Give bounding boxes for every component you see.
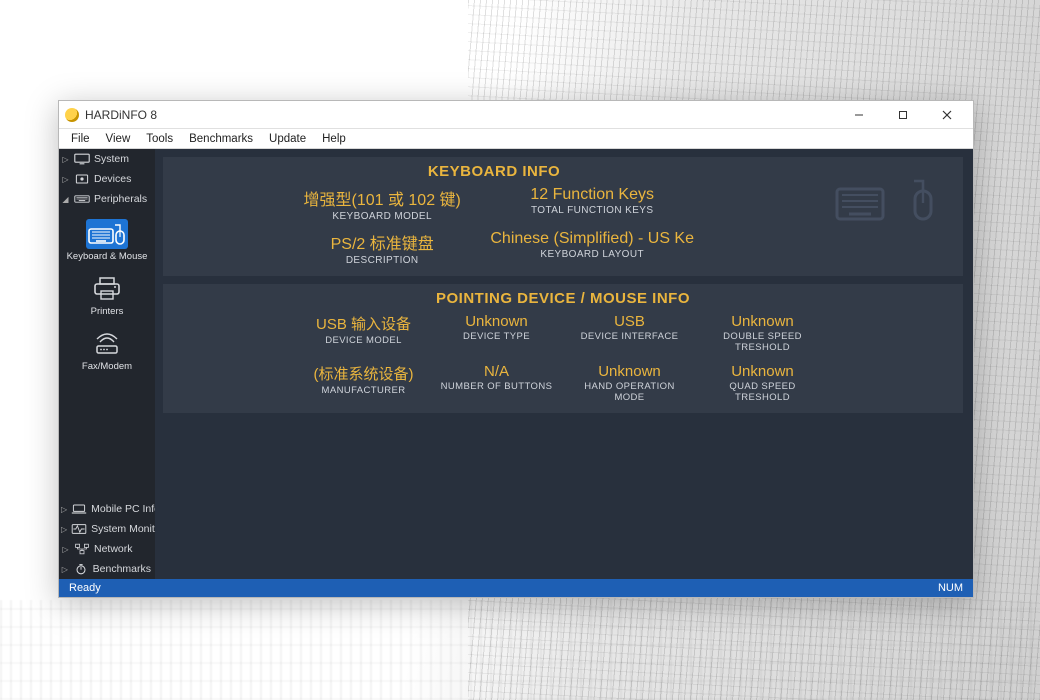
panel-title: KEYBOARD INFO [175, 163, 813, 180]
chevron-right-icon: ▷ [61, 175, 70, 184]
chevron-right-icon: ▷ [61, 505, 67, 514]
app-icon [65, 108, 79, 122]
chevron-right-icon: ▷ [61, 565, 69, 574]
pulse-icon [71, 523, 87, 535]
desktop-noise [0, 600, 1040, 700]
sidebar-item-label: Devices [94, 173, 131, 185]
sidebar-item-mobile-pc[interactable]: ▷ Mobile PC Info [59, 499, 155, 519]
sidebar-item-label: System [94, 153, 129, 165]
menu-view[interactable]: View [98, 131, 139, 147]
minimize-button[interactable] [837, 102, 881, 128]
sub-item-label: Keyboard & Mouse [67, 251, 148, 262]
main-content: KEYBOARD INFO 增强型(101 或 102 键)KEYBOARD M… [155, 149, 973, 579]
chevron-right-icon: ▷ [61, 525, 67, 534]
maximize-button[interactable] [881, 102, 925, 128]
sidebar-item-label: Peripherals [94, 193, 147, 205]
close-button[interactable] [925, 102, 969, 128]
keyboard-info-panel: KEYBOARD INFO 增强型(101 或 102 键)KEYBOARD M… [163, 157, 963, 276]
kb-description: PS/2 标准键盘DESCRIPTION [294, 230, 470, 266]
kb-layout: Chinese (Simplified) - US KeKEYBOARD LAY… [490, 230, 694, 266]
status-left: Ready [69, 582, 101, 594]
printer-icon [86, 274, 128, 304]
mouse-buttons: N/ANUMBER OF BUTTONS [436, 363, 557, 403]
sidebar-item-network[interactable]: ▷ Network [59, 539, 155, 559]
modem-icon [86, 329, 128, 359]
laptop-icon [71, 503, 87, 515]
window-title: HARDiNFO 8 [85, 108, 157, 122]
monitor-icon [74, 153, 90, 165]
keyboard-mouse-decor-icon [835, 175, 937, 223]
sub-item-keyboard-mouse[interactable]: Keyboard & Mouse [64, 215, 150, 264]
menu-help[interactable]: Help [314, 131, 354, 147]
stopwatch-icon [73, 563, 89, 575]
sub-item-fax-modem[interactable]: Fax/Modem [64, 325, 150, 374]
sub-item-label: Printers [91, 306, 124, 317]
kb-fn-keys: 12 Function KeysTOTAL FUNCTION KEYS [490, 186, 694, 222]
app-window: HARDiNFO 8 File View Tools Benchmarks Up… [58, 100, 974, 598]
keyboard-mouse-icon [86, 219, 128, 249]
keyboard-icon [74, 193, 90, 205]
menu-file[interactable]: File [63, 131, 98, 147]
menu-tools[interactable]: Tools [138, 131, 181, 147]
sidebar-item-peripherals[interactable]: ◢ Peripherals [59, 189, 155, 209]
mouse-type: UnknownDEVICE TYPE [436, 313, 557, 353]
sidebar-item-label: Network [94, 543, 133, 555]
sidebar-item-system[interactable]: ▷ System [59, 149, 155, 169]
titlebar[interactable]: HARDiNFO 8 [59, 101, 973, 129]
sidebar-item-label: Benchmarks [93, 563, 151, 575]
kb-model: 增强型(101 或 102 键)KEYBOARD MODEL [294, 186, 470, 222]
mouse-mfr: (标准系统设备)MANUFACTURER [303, 363, 424, 403]
chevron-right-icon: ▷ [61, 545, 70, 554]
sub-item-printers[interactable]: Printers [64, 270, 150, 319]
mouse-grid: USB 输入设备DEVICE MODEL UnknownDEVICE TYPE … [303, 313, 823, 403]
sub-item-label: Fax/Modem [82, 361, 132, 372]
mouse-quad-speed: UnknownQUAD SPEED TRESHOLD [702, 363, 823, 403]
sidebar-item-benchmarks[interactable]: ▷ Benchmarks [59, 559, 155, 579]
sidebar-item-label: Mobile PC Info [91, 503, 160, 515]
chip-icon [74, 173, 90, 185]
menu-benchmarks[interactable]: Benchmarks [181, 131, 261, 147]
mouse-info-panel: POINTING DEVICE / MOUSE INFO USB 输入设备DEV… [163, 284, 963, 413]
mouse-interface: USBDEVICE INTERFACE [569, 313, 690, 353]
chevron-down-icon: ◢ [61, 195, 70, 204]
panel-title: POINTING DEVICE / MOUSE INFO [175, 290, 951, 307]
client-area: ▷ System ▷ Devices ◢ Peripherals Key [59, 149, 973, 579]
statusbar: Ready NUM [59, 579, 973, 597]
keyboard-grid: 增强型(101 或 102 键)KEYBOARD MODEL 12 Functi… [294, 186, 694, 266]
sidebar-item-system-monitor[interactable]: ▷ System Monitor [59, 519, 155, 539]
sidebar-item-label: System Monitor [91, 523, 164, 535]
network-icon [74, 543, 90, 555]
peripherals-subitems: Keyboard & Mouse Printers Fax/Modem [59, 209, 155, 374]
sidebar: ▷ System ▷ Devices ◢ Peripherals Key [59, 149, 155, 579]
chevron-right-icon: ▷ [61, 155, 70, 164]
status-numlock: NUM [938, 582, 963, 594]
menubar: File View Tools Benchmarks Update Help [59, 129, 973, 149]
mouse-dbl-speed: UnknownDOUBLE SPEED TRESHOLD [702, 313, 823, 353]
mouse-model: USB 输入设备DEVICE MODEL [303, 313, 424, 353]
sidebar-item-devices[interactable]: ▷ Devices [59, 169, 155, 189]
mouse-hand-mode: UnknownHAND OPERATION MODE [569, 363, 690, 403]
menu-update[interactable]: Update [261, 131, 314, 147]
